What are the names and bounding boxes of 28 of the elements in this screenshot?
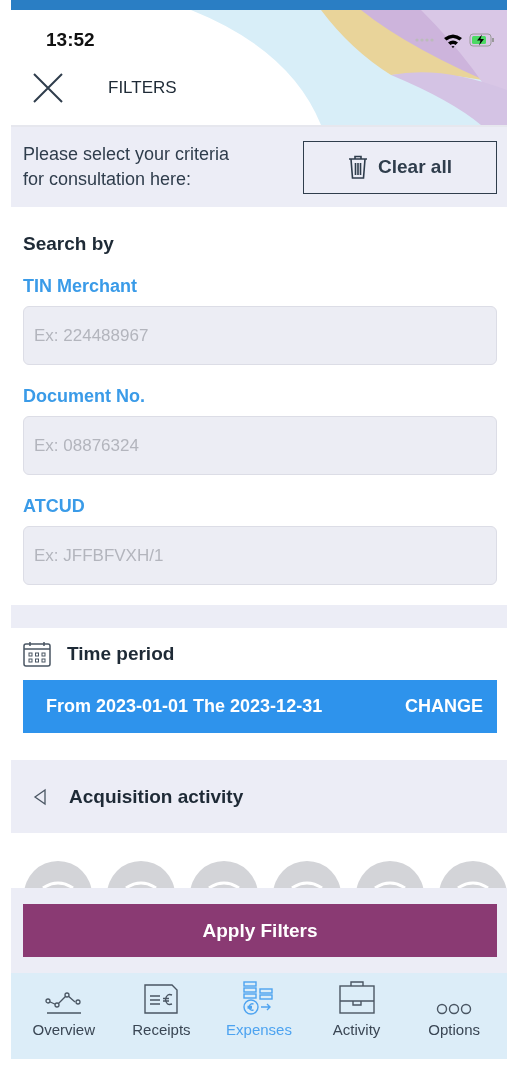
calendar-icon: [23, 641, 51, 667]
apply-filters-button[interactable]: Apply Filters: [23, 904, 497, 957]
caret-icon: [33, 787, 47, 806]
tab[interactable]: Activity: [308, 973, 405, 1059]
tab[interactable]: Overview: [15, 973, 112, 1059]
date-range-text: From 2023-01-01 The 2023-12-31: [46, 696, 323, 717]
trash-icon: [348, 155, 369, 179]
clear-all-button[interactable]: Clear all: [303, 140, 497, 194]
acquisition-activity-row[interactable]: Acquisition activity: [11, 760, 507, 833]
field-label: TIN Merchant: [23, 276, 137, 297]
input-field[interactable]: Ex: 08876324: [23, 416, 497, 475]
input-field[interactable]: Ex: JFFBFVXH/1: [23, 526, 497, 585]
field-label: Document No.: [23, 386, 145, 407]
status-time: 13:52: [46, 29, 95, 51]
receipt-icon: [143, 983, 180, 1015]
briefcase-icon: [338, 981, 375, 1015]
section-title: Search by: [23, 233, 114, 255]
tab[interactable]: Options: [406, 973, 503, 1059]
wifi-icon: [443, 32, 463, 48]
section-title: Time period: [67, 643, 175, 665]
close-button[interactable]: [32, 72, 64, 104]
more-icon: [436, 1003, 473, 1015]
tab[interactable]: Receipts: [113, 973, 210, 1059]
battery-icon: [469, 33, 495, 47]
field-label: ATCUD: [23, 496, 85, 517]
screen-title: FILTERS: [108, 78, 177, 98]
input-field[interactable]: Ex: 224488967: [23, 306, 497, 365]
instruction-text: Please select your criteria for consultation here:: [23, 143, 231, 191]
